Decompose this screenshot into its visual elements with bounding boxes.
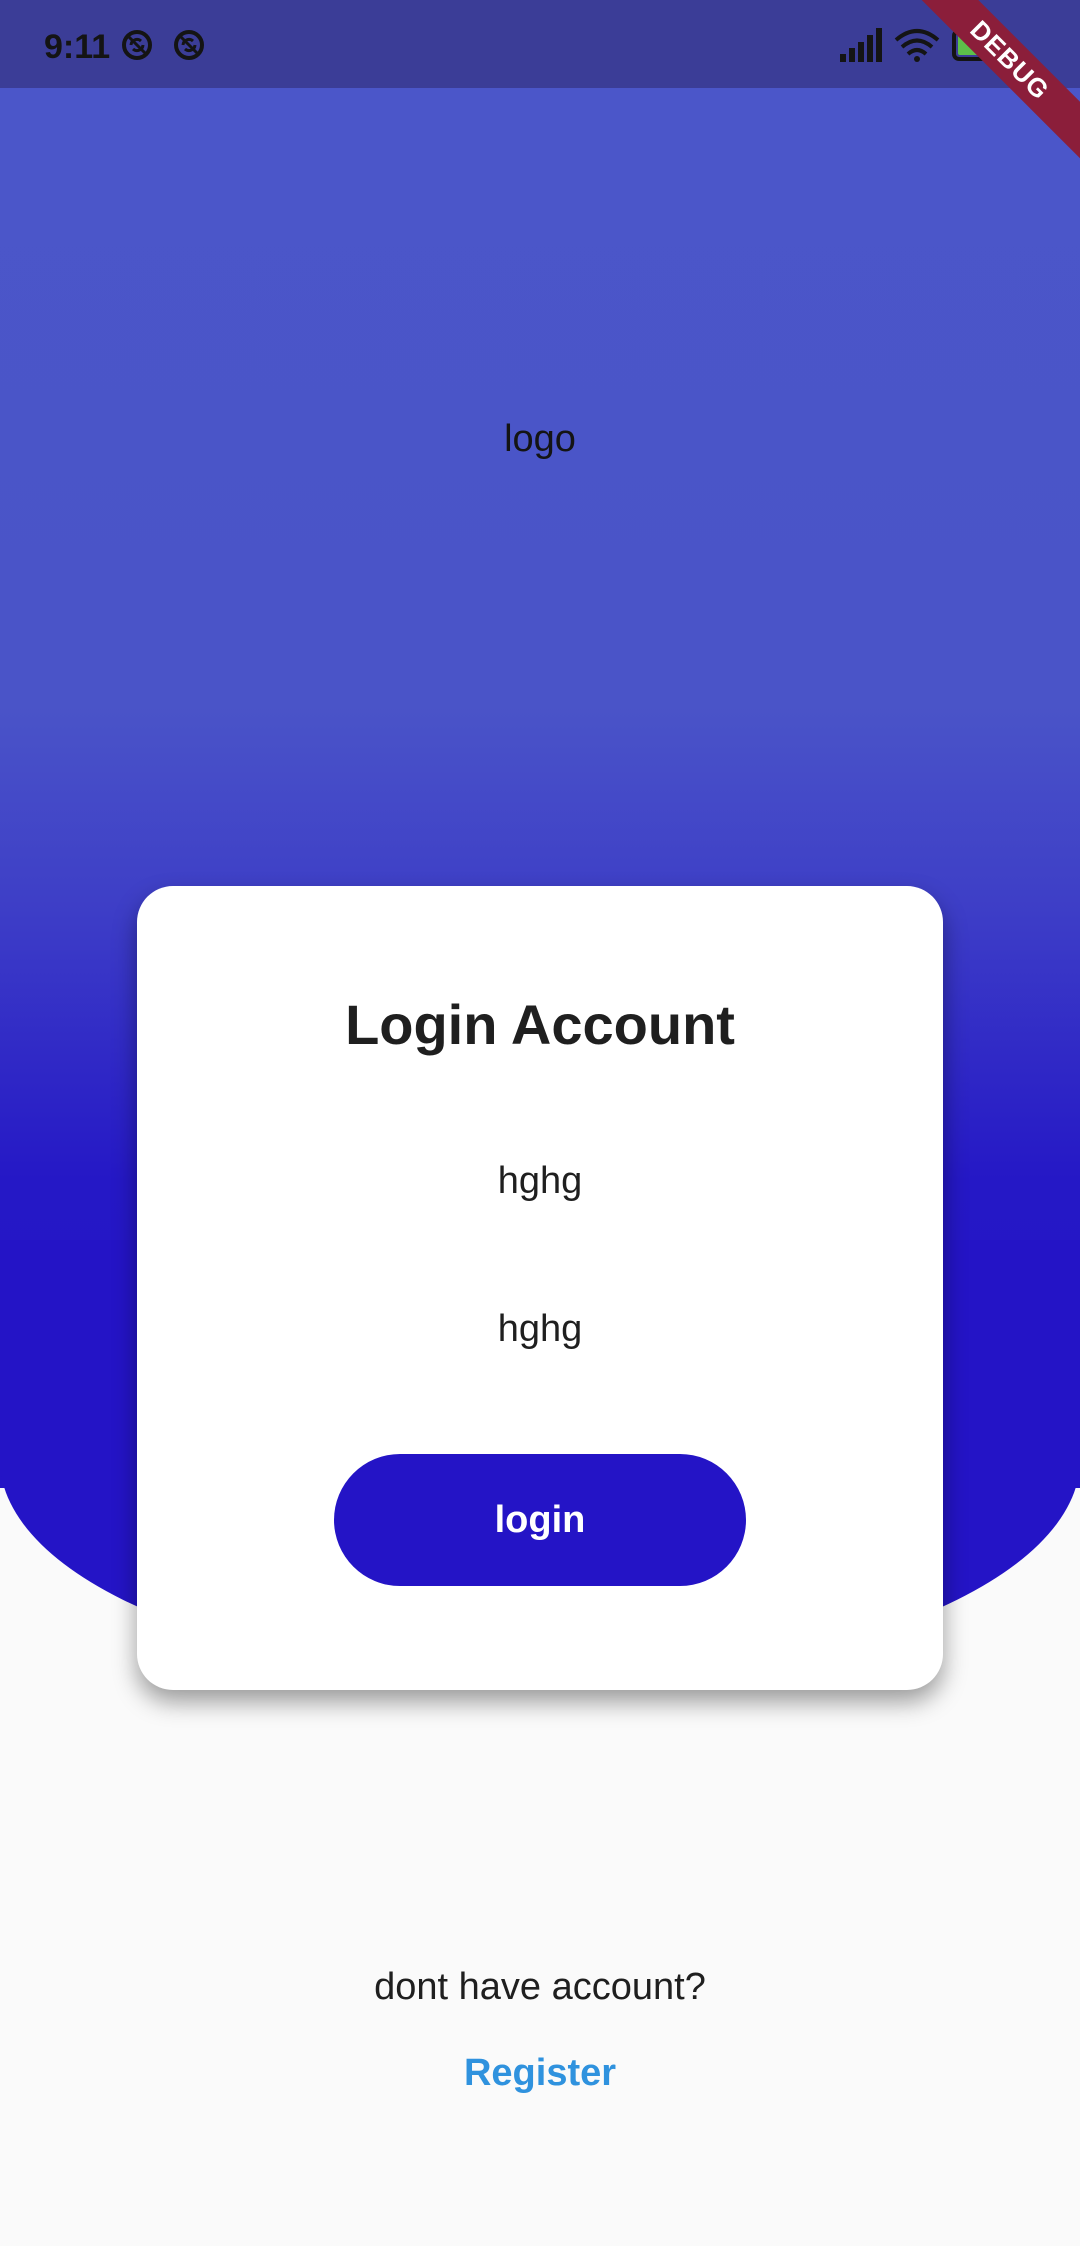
status-time: 9:11	[44, 28, 111, 66]
signal-icon	[840, 28, 882, 62]
login-card: Login Account hghg hghg login	[137, 886, 943, 1690]
logo-placeholder: logo	[504, 418, 576, 460]
sync-off-icon	[122, 30, 152, 60]
login-screen: 9:11 73 DE	[0, 0, 1080, 2246]
status-bar: 9:11 73	[0, 0, 1080, 88]
card-title: Login Account	[345, 993, 735, 1056]
no-account-prompt: dont have account?	[374, 1966, 706, 2008]
login-button[interactable]: login	[334, 1454, 746, 1586]
register-link[interactable]: Register	[0, 2052, 1080, 2095]
sync-off-icon	[174, 30, 204, 60]
username-field[interactable]: hghg	[137, 1160, 943, 1203]
wifi-icon	[894, 29, 940, 62]
password-field[interactable]: hghg	[137, 1308, 943, 1351]
